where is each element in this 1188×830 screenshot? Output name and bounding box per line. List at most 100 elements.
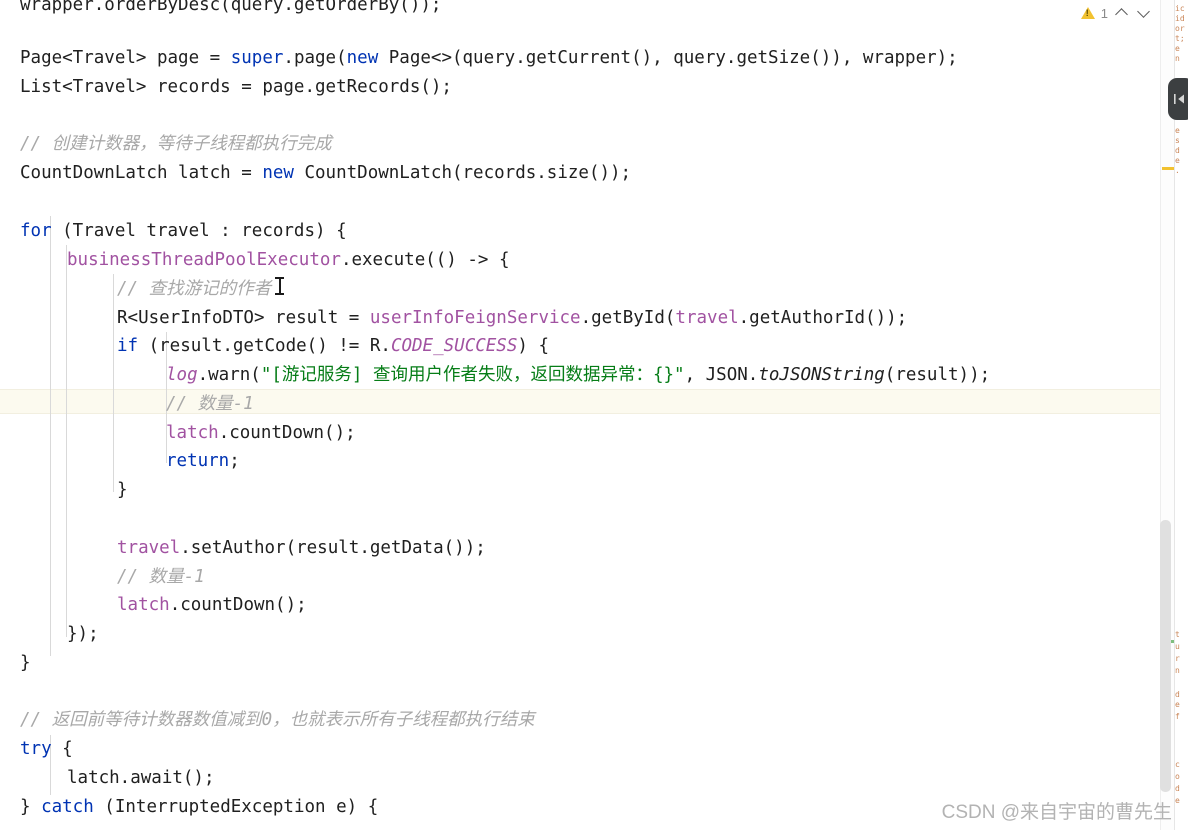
code-token: "[游记服务] 查询用户作者失败，返回数据异常：{}": [260, 365, 685, 385]
code-line[interactable]: wrapper.orderByDesc(query.getOrderBy());: [20, 0, 441, 20]
code-token: CountDownLatch latch =: [20, 163, 263, 183]
code-token: log: [166, 365, 198, 385]
code-line[interactable]: R<UserInfoDTO> result = userInfoFeignSer…: [117, 304, 907, 333]
code-line[interactable]: for (Travel travel : records) {: [20, 217, 347, 246]
code-token: userInfoFeignService: [369, 308, 581, 328]
code-token: travel: [675, 308, 739, 328]
code-token: for: [20, 221, 52, 241]
code-token: R<UserInfoDTO> result =: [117, 308, 370, 328]
strip-text-fragment: e: [1175, 156, 1180, 165]
strip-text-fragment: n: [1175, 54, 1180, 63]
code-line[interactable]: }: [117, 476, 128, 505]
strip-text-fragment: d: [1175, 146, 1180, 155]
strip-text-fragment: e: [1175, 700, 1180, 709]
code-token: (InterruptedException e) {: [93, 797, 379, 817]
code-token: new: [346, 48, 379, 68]
code-line[interactable]: }: [20, 649, 31, 678]
code-token: List<Travel> records = page.getRecords()…: [20, 77, 452, 97]
strip-text-fragment: d: [1175, 690, 1180, 699]
code-token: ) {: [517, 336, 549, 356]
code-token: });: [67, 624, 99, 644]
code-token: latch: [166, 423, 219, 443]
code-line[interactable]: // 创建计数器，等待子线程都执行完成: [20, 130, 332, 159]
code-token: .countDown();: [169, 595, 307, 615]
code-token: }: [20, 797, 42, 817]
code-token: }: [20, 653, 31, 673]
code-token: Page<Travel> page =: [20, 48, 231, 68]
code-token: if: [117, 336, 139, 356]
strip-text-fragment: d: [1175, 784, 1180, 793]
strip-text-fragment: n: [1175, 666, 1180, 675]
strip-text-fragment: ic: [1175, 4, 1185, 13]
code-token: ;: [229, 451, 240, 471]
strip-text-fragment: t: [1175, 630, 1180, 639]
code-token: // 返回前等待计数器数值减到0，也就表示所有子线程都执行结束: [20, 710, 535, 730]
strip-text-fragment: e: [1175, 126, 1180, 135]
code-line[interactable]: // 查找游记的作者: [117, 275, 271, 304]
code-line[interactable]: // 数量-1: [166, 390, 254, 419]
code-token: businessThreadPoolExecutor: [67, 250, 341, 270]
strip-text-fragment: s: [1175, 136, 1180, 145]
strip-text-fragment: e: [1175, 796, 1180, 805]
code-line[interactable]: latch.countDown();: [166, 419, 356, 448]
code-token: .setAuthor(result.getData());: [180, 538, 486, 558]
code-editor-screen: wrapper.orderByDesc(query.getOrderBy());…: [0, 0, 1188, 830]
code-token: catch: [41, 797, 94, 817]
adjacent-panel-sliver: ic id or t; e n e s d e. t u r n d e f c o d e: [1174, 0, 1188, 830]
warning-count: 1: [1100, 5, 1108, 21]
code-token: // 查找游记的作者: [117, 279, 272, 299]
code-line[interactable]: try {: [20, 735, 73, 764]
code-line[interactable]: Page<Travel> page = super.page(new Page<…: [20, 44, 958, 73]
code-line[interactable]: } catch (InterruptedException e) {: [20, 793, 378, 822]
code-token: (result.getCode() != R.: [138, 336, 391, 356]
code-token: .getById(: [580, 308, 676, 328]
code-line[interactable]: CountDownLatch latch = new CountDownLatc…: [20, 159, 631, 188]
code-text[interactable]: wrapper.orderByDesc(query.getOrderBy());…: [0, 0, 1160, 830]
code-token: // 创建计数器，等待子线程都执行完成: [20, 134, 332, 154]
code-token: try: [20, 739, 52, 759]
code-token: latch.await();: [67, 768, 215, 788]
strip-text-fragment: t;: [1175, 34, 1185, 43]
code-token: Page<>(query.getCurrent(), query.getSize…: [378, 48, 958, 68]
code-line[interactable]: if (result.getCode() != R.CODE_SUCCESS) …: [117, 332, 549, 361]
marker-warning[interactable]: [1162, 167, 1174, 170]
strip-text-fragment: u: [1175, 642, 1180, 651]
code-line[interactable]: travel.setAuthor(result.getData());: [117, 534, 486, 563]
code-token: {: [51, 739, 73, 759]
code-token: travel: [117, 538, 181, 558]
code-line[interactable]: return;: [166, 447, 240, 476]
code-line[interactable]: latch.await();: [67, 764, 215, 793]
code-line[interactable]: List<Travel> records = page.getRecords()…: [20, 73, 452, 102]
code-line[interactable]: log.warn("[游记服务] 查询用户作者失败，返回数据异常：{}", JS…: [166, 361, 990, 390]
vertical-scrollbar-thumb[interactable]: [1160, 520, 1171, 792]
code-token: toJSONString: [758, 365, 885, 385]
strip-text-fragment: e: [1175, 44, 1180, 53]
inspection-widget[interactable]: 1: [1077, 0, 1156, 26]
strip-text-fragment: c: [1175, 760, 1180, 769]
code-token: // 数量-1: [166, 394, 254, 414]
code-line[interactable]: // 数量-1: [117, 563, 205, 592]
code-token: , JSON.: [684, 365, 759, 385]
code-line[interactable]: businessThreadPoolExecutor.execute(() ->…: [67, 246, 510, 275]
code-token: wrapper.orderByDesc(query.getOrderBy());: [20, 0, 442, 15]
code-token: .execute(() -> {: [340, 250, 510, 270]
chevron-down-icon[interactable]: [1136, 5, 1152, 21]
code-token: super: [230, 48, 284, 68]
code-token: CountDownLatch(records.size());: [293, 163, 632, 183]
strip-text-fragment: .: [1175, 166, 1180, 175]
watermark: CSDN @来自宇宙的曹先生: [941, 802, 1172, 823]
code-line[interactable]: });: [67, 620, 99, 649]
strip-text-fragment: o: [1175, 772, 1180, 781]
strip-text-fragment: id: [1175, 14, 1185, 23]
code-editor-area[interactable]: wrapper.orderByDesc(query.getOrderBy());…: [0, 0, 1160, 830]
code-token: .getAuthorId());: [738, 308, 908, 328]
code-token: CODE_SUCCESS: [390, 336, 518, 356]
code-token: }: [117, 480, 128, 500]
code-token: .warn(: [197, 365, 261, 385]
code-token: latch: [117, 595, 170, 615]
collapse-panel-left-icon[interactable]: [1168, 78, 1188, 120]
chevron-up-icon[interactable]: [1114, 5, 1130, 21]
code-token: return: [166, 451, 230, 471]
code-line[interactable]: latch.countDown();: [117, 591, 307, 620]
code-line[interactable]: // 返回前等待计数器数值减到0，也就表示所有子线程都执行结束: [20, 706, 535, 735]
